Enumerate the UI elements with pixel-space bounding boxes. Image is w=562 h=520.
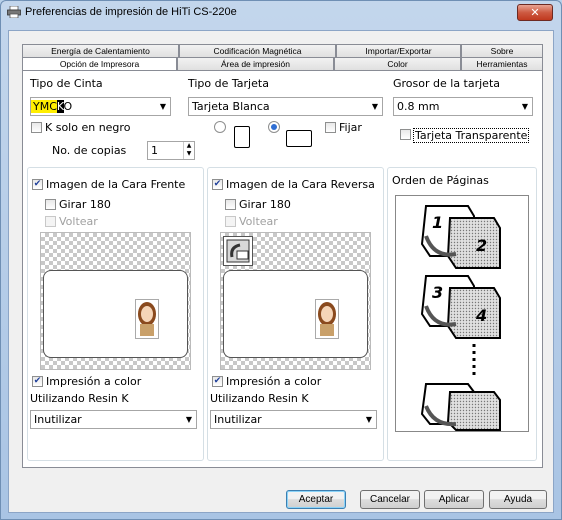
portrait-photo-icon [135,299,159,339]
cancel-button[interactable]: Cancelar [360,490,420,509]
front-flip-label: Voltear [59,215,98,228]
k-black-only-checkbox[interactable] [31,122,42,133]
tab-print-area[interactable]: Área de impresión [177,57,334,70]
help-button[interactable]: Ayuda [489,490,547,509]
ribbon-type-label: Tipo de Cinta [30,77,103,90]
copies-value: 1 [151,144,158,157]
front-flip-checkbox[interactable] [45,216,56,227]
tab-import-export[interactable]: Importar/Exportar [336,44,461,57]
front-resin-select[interactable]: Inutilizar ▼ [30,410,197,429]
card-type-value: Tarjeta Blanca [192,100,270,113]
tab-color[interactable]: Color [334,57,461,70]
page-order-illustration: 1 2 3 4 [420,205,501,431]
back-color-print-label: Impresión a color [226,375,322,388]
close-icon: ✕ [530,6,540,19]
accept-button[interactable]: Aceptar [286,490,346,509]
page-order-diagram: 1 2 3 4 [395,195,529,432]
back-rotate-label: Girar 180 [239,198,291,211]
apply-button[interactable]: Aplicar [424,490,484,509]
front-color-print-checkbox[interactable] [32,376,43,387]
front-face-preview [40,232,191,370]
page-number-3: 3 [432,283,443,302]
tab-heating-energy[interactable]: Energía de Calentamiento [22,44,179,57]
chevron-down-icon: ▼ [185,415,192,424]
back-card-outline [223,270,368,358]
tab-row-front: Opción de Impresora Área de impresión Co… [22,57,543,70]
page-order-label: Orden de Páginas [392,174,489,187]
close-button[interactable]: ✕ [517,4,553,21]
back-flip-label: Voltear [239,215,278,228]
back-face-checkbox[interactable] [212,179,223,190]
front-face-checkbox[interactable] [32,179,43,190]
back-resin-value: Inutilizar [214,413,262,426]
card-thickness-value: 0.8 mm [397,100,440,113]
landscape-radio[interactable] [268,121,280,133]
page-number-1: 1 [432,213,443,232]
front-resin-value: Inutilizar [34,413,82,426]
front-rotate-label: Girar 180 [59,198,111,211]
back-flip-checkbox[interactable] [225,216,236,227]
back-face-preview [220,232,371,370]
chevron-down-icon: ▼ [521,102,528,111]
landscape-icon [286,130,312,147]
page-number-2: 2 [476,236,487,255]
front-color-print-label: Impresión a color [46,375,142,388]
k-black-only-label: K solo en negro [45,121,131,134]
title-bar[interactable]: Preferencias de impresión de HiTi CS-220… [1,1,561,25]
tab-about[interactable]: Sobre [461,44,543,57]
card-type-select[interactable]: Tarjeta Blanca ▼ [188,97,383,116]
card-thickness-select[interactable]: 0.8 mm ▼ [393,97,533,116]
front-face-label: Imagen de la Cara Frente [46,178,186,191]
transparent-card-checkbox[interactable] [400,129,411,140]
front-card-outline [43,270,188,358]
chevron-down-icon: ▼ [159,102,166,111]
tab-magnetic-encoding[interactable]: Codificación Magnética [179,44,336,57]
back-rotate-checkbox[interactable] [225,199,236,210]
card-type-label: Tipo de Tarjeta [188,77,269,90]
flip-card-icon[interactable] [223,236,253,266]
portrait-icon [234,126,250,148]
fix-orientation-label: Fijar [339,121,362,134]
dialog-client: Energía de Calentamiento Codificación Ma… [8,30,554,513]
printer-icon [7,6,21,18]
ribbon-o-segment: O [63,100,73,113]
ribbon-type-select[interactable]: YMCKO ▼ [30,97,171,116]
tab-tools[interactable]: Herramientas [461,57,543,70]
portrait-photo-icon [315,299,339,339]
front-resin-label: Utilizando Resin K [30,392,129,405]
transparent-card-label: Tarjeta Transparente [413,128,530,143]
printer-option-panel: Tipo de Cinta YMCKO ▼ Tipo de Tarjeta Ta… [22,70,543,468]
chevron-down-icon: ▼ [365,415,372,424]
back-face-label: Imagen de la Cara Reversa [226,178,375,191]
copies-label: No. de copias [52,144,127,157]
tab-printer-option[interactable]: Opción de Impresora [22,57,177,70]
back-resin-label: Utilizando Resin K [210,392,309,405]
copies-input[interactable]: 1 ▲ ▼ [147,141,195,160]
page-number-4: 4 [475,306,487,325]
portrait-radio[interactable] [214,121,226,133]
dialog-window: Preferencias de impresión de HiTi CS-220… [0,0,562,520]
tab-row-back: Energía de Calentamiento Codificación Ma… [22,44,543,57]
chevron-down-icon: ▼ [371,102,378,111]
back-color-print-checkbox[interactable] [212,376,223,387]
back-resin-select[interactable]: Inutilizar ▼ [210,410,377,429]
card-thickness-label: Grosor de la tarjeta [393,77,501,90]
fix-orientation-checkbox[interactable] [325,122,336,133]
front-rotate-checkbox[interactable] [45,199,56,210]
window-title: Preferencias de impresión de HiTi CS-220… [25,6,237,18]
spin-arrows-icon[interactable]: ▲ ▼ [183,142,194,159]
ribbon-k-segment: K [56,100,64,113]
ribbon-ymc-segment: YMC [31,100,57,113]
